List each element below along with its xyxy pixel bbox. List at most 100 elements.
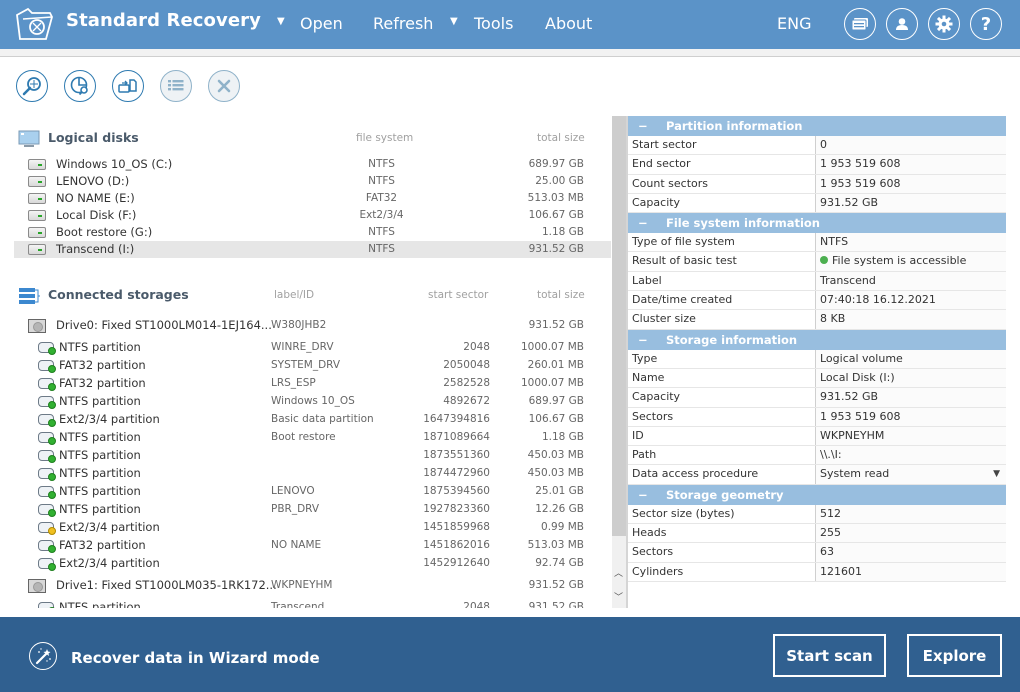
tools-dropdown-icon[interactable]: ▼ (450, 16, 458, 27)
dropdown-arrow-icon[interactable]: ▼ (993, 465, 1000, 483)
property-group-header[interactable]: − Partition information (628, 116, 1006, 136)
partition-icon (38, 342, 56, 355)
property-key: Label (628, 271, 816, 291)
settings-button[interactable] (928, 8, 960, 40)
collapse-icon[interactable]: − (638, 216, 652, 230)
left-panel-scrollbar[interactable]: ︿ ﹀ (612, 116, 626, 608)
property-value: 1 953 519 608 (816, 174, 1006, 193)
property-row: Heads 255 (628, 524, 1006, 544)
partition-row[interactable]: FAT32 partition LRS_ESP 2582528 1000.07 MB (14, 375, 611, 392)
partition-label: Transcend (271, 601, 325, 608)
partition-start-sector: 2582528 (443, 377, 490, 389)
scroll-up-icon[interactable]: ︿ (614, 566, 623, 579)
settings-gear-icon (935, 15, 953, 33)
open-dropdown-icon[interactable]: ▼ (277, 16, 285, 27)
column-file-system[interactable]: file system (356, 132, 413, 144)
start-scan-button[interactable]: Start scan (773, 634, 886, 677)
wizard-mode-button[interactable] (29, 642, 57, 670)
partition-row[interactable]: NTFS partition 1874472960 450.03 MB (14, 465, 611, 482)
partition-label: LENOVO (271, 485, 315, 497)
partition-size: 450.03 MB (527, 449, 584, 461)
property-value: 512 (816, 504, 1006, 524)
collapse-icon[interactable]: − (638, 333, 652, 347)
scan-icon (22, 77, 41, 96)
logical-disk-row[interactable]: Boot restore (G:) NTFS 1.18 GB (14, 224, 611, 241)
user-button[interactable] (886, 8, 918, 40)
property-key: End sector (628, 155, 816, 174)
copy-files-button[interactable] (112, 70, 144, 102)
partition-row[interactable]: FAT32 partition SYSTEM_DRV 2050048 260.01 M… (14, 357, 611, 374)
property-key: Sector size (bytes) (628, 504, 816, 524)
status-ok-icon (820, 256, 828, 265)
logical-disk-icon (28, 193, 46, 204)
collapse-icon[interactable]: − (638, 119, 652, 133)
logical-disk-row[interactable]: NO NAME (E:) FAT32 513.03 MB (14, 190, 611, 207)
storage-stack-icon (19, 288, 40, 304)
property-group-header[interactable]: − Storage information (628, 329, 1006, 350)
partition-row[interactable]: Ext2/3/4 partition 1452912640 92.74 GB (14, 555, 611, 572)
list-view-button[interactable] (160, 70, 192, 102)
menu-about[interactable]: About (545, 14, 592, 33)
column-start-sector[interactable]: start sector (428, 289, 488, 301)
partition-name: NTFS partition (59, 600, 141, 608)
app-header: Standard Recovery ▼ Open Refresh ▼ Tools… (0, 0, 1020, 49)
menu-open[interactable]: Open (300, 14, 343, 33)
property-value-dropdown[interactable]: System read ▼ (816, 465, 1006, 484)
property-group-header[interactable]: − Storage geometry (628, 484, 1006, 505)
partition-label: WINRE_DRV (271, 341, 334, 353)
property-value-text: 0 (820, 138, 827, 151)
logical-disk-row[interactable]: Transcend (I:) NTFS 931.52 GB (14, 241, 611, 258)
partition-label: LRS_ESP (271, 377, 316, 389)
user-icon (896, 18, 908, 30)
partition-row[interactable]: NTFS partition 1873551360 450.03 MB (14, 447, 611, 464)
property-group-title: Storage information (666, 332, 798, 347)
partition-icon (38, 522, 56, 535)
drive-label-id: W380JHB2 (271, 319, 327, 331)
partition-icon (38, 378, 56, 391)
logical-disk-row[interactable]: Windows 10_OS (C:) NTFS 689.97 GB (14, 156, 611, 173)
scroll-down-icon[interactable]: ﹀ (614, 590, 623, 603)
property-value: 07:40:18 16.12.2021 (816, 291, 1006, 310)
partition-row[interactable]: Ext2/3/4 partition 1451859968 0.99 MB (14, 519, 611, 536)
hard-drive-icon (28, 579, 46, 593)
logical-disk-name: LENOVO (D:) (56, 174, 130, 188)
partition-row[interactable]: NTFS partition Windows 10_OS 4892672 689.97… (14, 393, 611, 410)
scan-button[interactable] (16, 70, 48, 102)
partition-name: NTFS partition (59, 484, 141, 498)
help-button[interactable]: ? (970, 8, 1002, 40)
property-value-text: 1 953 519 608 (820, 176, 901, 190)
partition-row[interactable]: NTFS partition WINRE_DRV 2048 1000.07 MB (14, 339, 611, 356)
logical-disk-row[interactable]: LENOVO (D:) NTFS 25.00 GB (14, 173, 611, 190)
menu-refresh[interactable]: Refresh (373, 14, 433, 33)
collapse-icon[interactable]: − (638, 488, 652, 502)
wizard-mode-link[interactable]: Recover data in Wizard mode (71, 649, 320, 667)
column-label-id[interactable]: label/ID (274, 289, 314, 301)
partition-row[interactable]: Ext2/3/4 partition Basic data partition 16… (14, 411, 611, 428)
drive-row[interactable]: Drive1: Fixed ST1000LM035-1RK172... WKPNE… (14, 577, 611, 594)
column-total-size[interactable]: total size (537, 132, 585, 144)
partition-row[interactable]: NTFS partition Transcend 2048 931.52 GB (14, 599, 611, 608)
partition-analysis-icon (70, 76, 88, 96)
partition-row[interactable]: FAT32 partition NO NAME 1451862016 513.03 M… (14, 537, 611, 554)
drive-row[interactable]: Drive0: Fixed ST1000LM014-1EJ164... W380J… (14, 317, 611, 334)
partition-row[interactable]: NTFS partition PBR_DRV 1927823360 12.26 GB (14, 501, 611, 518)
messages-button[interactable] (844, 8, 876, 40)
close-button[interactable] (208, 70, 240, 102)
partition-start-sector: 1875394560 (423, 485, 490, 497)
partition-row[interactable]: NTFS partition LENOVO 1875394560 25.01 GB (14, 483, 611, 500)
property-group-header[interactable]: − File system information (628, 213, 1006, 234)
column-total-size-storages[interactable]: total size (537, 289, 585, 301)
partition-row[interactable]: NTFS partition Boot restore 1871089664 1.18… (14, 429, 611, 446)
explore-button[interactable]: Explore (907, 634, 1002, 677)
logical-disk-row[interactable]: Local Disk (F:) Ext2/3/4 106.67 GB (14, 207, 611, 224)
logical-disk-file-system: NTFS (368, 226, 395, 238)
property-value-text: 63 (820, 545, 834, 559)
partition-analysis-button[interactable] (64, 70, 96, 102)
partition-size: 513.03 MB (527, 539, 584, 551)
partition-name: Ext2/3/4 partition (59, 412, 160, 426)
logical-disk-size: 513.03 MB (527, 192, 584, 204)
language-selector[interactable]: ENG (777, 14, 811, 33)
menu-tools[interactable]: Tools (474, 14, 513, 33)
scrollbar-thumb[interactable] (612, 116, 626, 536)
property-value: 255 (816, 524, 1006, 543)
